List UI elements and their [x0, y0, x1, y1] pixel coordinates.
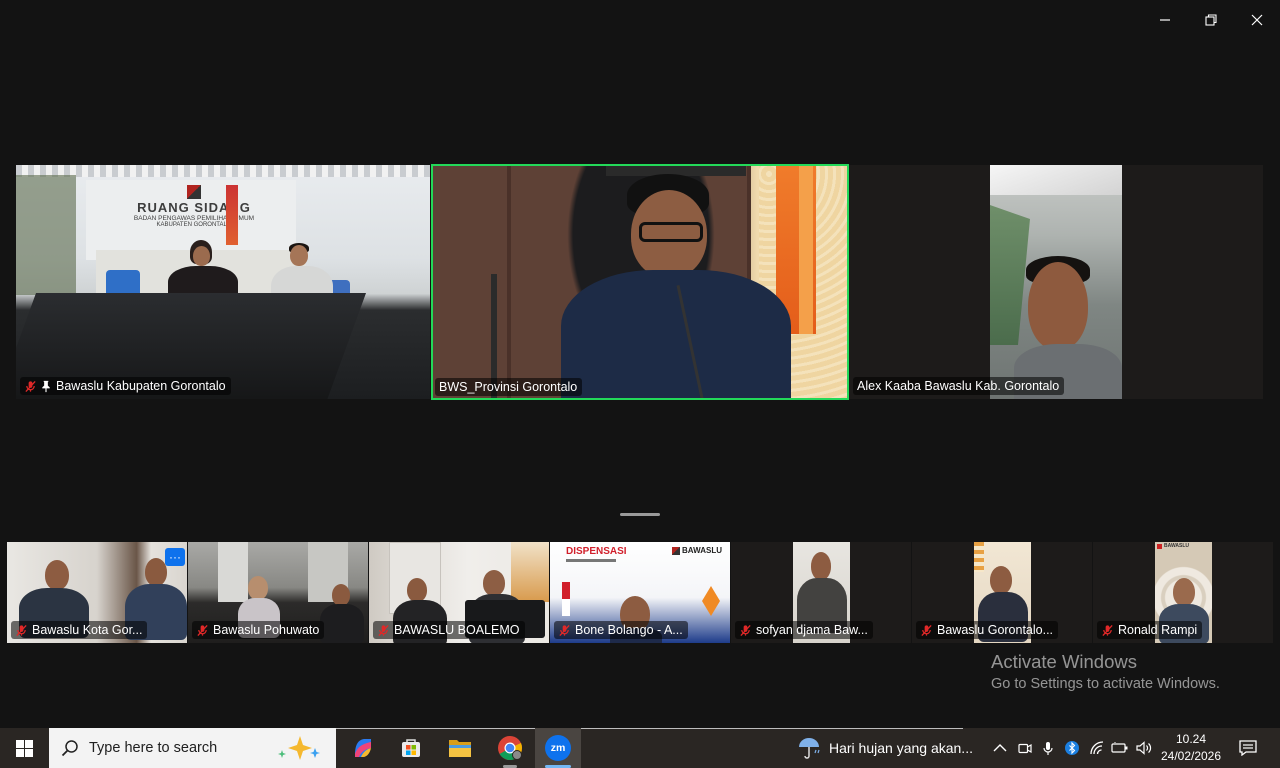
participant-name-bar: Bawaslu Kabupaten Gorontalo — [20, 377, 231, 395]
weather-text: Hari hujan yang akan... — [829, 740, 973, 756]
participant-name-bar: Bawaslu Pohuwato — [192, 621, 325, 639]
video-tile-sofyan-djama[interactable]: sofyan djama Baw... — [731, 542, 911, 643]
zoom-app-button[interactable]: zm — [535, 728, 581, 768]
camera-in-use-indicator[interactable] — [1013, 728, 1037, 768]
video-tile-bawaslu-boalemo[interactable]: BAWASLU BOALEMO — [369, 542, 549, 643]
battery-icon — [1111, 742, 1128, 753]
video-tile-ronald-rampi[interactable]: BAWASLU Ronald Rampi — [1093, 542, 1273, 643]
chevron-up-icon — [993, 744, 1007, 752]
banner-logo-text: BAWASLU — [682, 546, 722, 555]
search-icon — [61, 740, 78, 757]
taskbar-search-box[interactable]: Type here to search — [49, 728, 336, 768]
windows-logo-icon — [15, 739, 33, 757]
muted-mic-icon — [197, 624, 208, 636]
video-tile-bawaslu-kabupaten-gorontalo[interactable]: RUANG SIDANG BADAN PENGAWAS PEMILIHAN UM… — [16, 165, 430, 399]
weather-widget[interactable]: Hari hujan yang akan... — [796, 728, 973, 768]
participant-name-bar: Ronald Rampi — [1097, 621, 1203, 639]
copilot-app-button[interactable] — [340, 728, 386, 768]
banner-title: DISPENSASI — [566, 546, 627, 557]
taskbar-clock[interactable]: 10.24 24/02/2026 — [1158, 731, 1224, 765]
room-sign-line2: KABUPATEN GORONTALO — [156, 222, 232, 228]
video-tile-bawaslu-gorontalo[interactable]: Bawaslu Gorontalo... — [912, 542, 1092, 643]
participant-name-bar: Bawaslu Gorontalo... — [916, 621, 1059, 639]
minimize-button[interactable] — [1152, 8, 1178, 32]
notification-center-button[interactable] — [1234, 728, 1262, 768]
participant-name: Ronald Rampi — [1118, 623, 1198, 637]
participant-name: Bawaslu Kabupaten Gorontalo — [56, 379, 226, 393]
muted-mic-icon — [1102, 624, 1113, 636]
microphone-in-use-indicator[interactable] — [1036, 728, 1060, 768]
participant-name-bar: BWS_Provinsi Gorontalo — [435, 378, 583, 396]
windows-taskbar: Type here to search zm Hari hujan yang a… — [0, 728, 1280, 768]
participant-name: sofyan djama Baw... — [756, 623, 868, 637]
muted-mic-icon — [921, 624, 932, 636]
notification-icon — [1239, 740, 1257, 756]
activate-windows-watermark: Activate Windows Go to Settings to activ… — [991, 651, 1220, 692]
clock-time: 10.24 — [1175, 732, 1207, 746]
watermark-title: Activate Windows — [991, 651, 1137, 672]
close-button[interactable] — [1244, 8, 1270, 32]
muted-mic-icon — [740, 624, 751, 636]
close-icon — [1251, 14, 1263, 26]
camera-icon — [1018, 743, 1032, 754]
participant-name-bar: Bone Bolango - A... — [554, 621, 688, 639]
muted-mic-icon — [378, 624, 389, 636]
chrome-icon — [498, 736, 523, 761]
microsoft-store-button[interactable] — [388, 728, 434, 768]
wifi-icon — [1090, 741, 1104, 755]
participant-name: Bawaslu Pohuwato — [213, 623, 320, 637]
show-hidden-icons-button[interactable] — [988, 728, 1012, 768]
microphone-icon — [1043, 741, 1053, 755]
copilot-icon — [355, 739, 371, 757]
muted-mic-icon — [16, 624, 27, 636]
speaker-icon — [1136, 741, 1152, 755]
room-sign-title: RUANG SIDANG — [137, 200, 251, 215]
participant-name: Bawaslu Gorontalo... — [937, 623, 1054, 637]
participant-name-bar: Bawaslu Kota Gor... — [11, 621, 148, 639]
participant-name: BAWASLU BOALEMO — [394, 623, 520, 637]
participant-name: Alex Kaaba Bawaslu Kab. Gorontalo — [857, 379, 1060, 393]
umbrella-rain-icon — [799, 738, 820, 759]
search-highlight-icon — [278, 736, 320, 760]
room-sign-line1: BADAN PENGAWAS PEMILIHAN UMUM — [133, 215, 255, 222]
volume-button[interactable] — [1132, 728, 1156, 768]
bawaslu-logo-icon — [672, 547, 680, 555]
clock-date: 24/02/2026 — [1160, 749, 1222, 763]
video-tile-bawaslu-kota-gorontalo[interactable]: ··· Bawaslu Kota Gor... — [7, 542, 187, 643]
video-tile-bawaslu-pohuwato[interactable]: Bawaslu Pohuwato — [188, 542, 368, 643]
muted-mic-icon — [25, 380, 36, 392]
file-explorer-button[interactable] — [437, 728, 483, 768]
participant-name-bar: Alex Kaaba Bawaslu Kab. Gorontalo — [853, 377, 1065, 395]
start-button[interactable] — [0, 728, 48, 768]
restore-icon — [1205, 14, 1217, 26]
restore-button[interactable] — [1198, 8, 1224, 32]
video-tile-bws-provinsi-gorontalo[interactable]: BWS_Provinsi Gorontalo — [431, 164, 849, 400]
zoom-title-bar — [0, 0, 1280, 40]
chrome-button[interactable] — [487, 728, 533, 768]
more-options-button[interactable]: ··· — [165, 548, 185, 566]
participant-name: BWS_Provinsi Gorontalo — [439, 380, 578, 394]
participant-name: Bone Bolango - A... — [575, 623, 683, 637]
muted-mic-icon — [559, 624, 570, 636]
battery-button[interactable] — [1108, 728, 1132, 768]
participant-name-bar: sofyan djama Baw... — [735, 621, 873, 639]
video-tile-alex-kaaba[interactable]: Alex Kaaba Bawaslu Kab. Gorontalo — [849, 165, 1263, 399]
bawaslu-logo-icon — [1157, 544, 1162, 549]
bluetooth-button[interactable] — [1060, 728, 1084, 768]
bluetooth-icon — [1065, 741, 1079, 755]
poster-logo-text: BAWASLU — [1164, 543, 1189, 549]
participant-name-bar: BAWASLU BOALEMO — [373, 621, 525, 639]
video-tile-bone-bolango[interactable]: DISPENSASI BAWASLU Bone Bolango - A... — [550, 542, 730, 643]
participant-name: Bawaslu Kota Gor... — [32, 623, 143, 637]
watermark-subtitle: Go to Settings to activate Windows. — [991, 676, 1220, 692]
store-icon — [402, 739, 420, 757]
zoom-icon: zm — [545, 735, 571, 761]
search-placeholder: Type here to search — [89, 740, 218, 756]
file-explorer-icon — [449, 740, 471, 757]
minimize-icon — [1160, 19, 1170, 21]
bawaslu-logo-icon — [187, 185, 201, 199]
network-button[interactable] — [1085, 728, 1109, 768]
gallery-resize-handle[interactable] — [620, 513, 660, 516]
pin-icon — [42, 380, 50, 392]
